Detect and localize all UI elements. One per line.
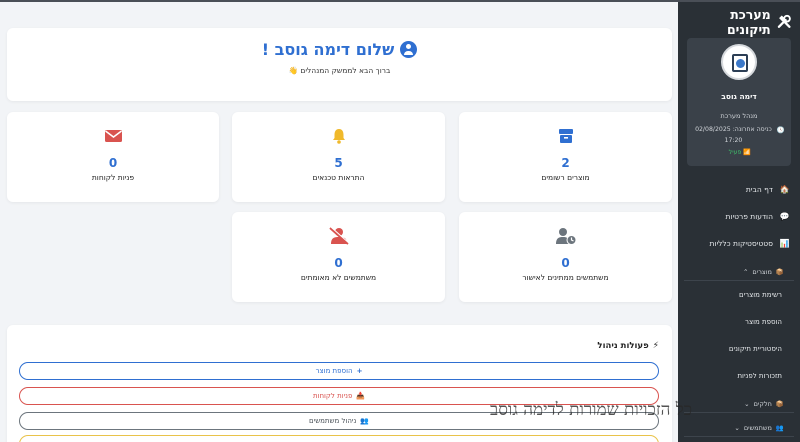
- status-text: פעיל: [728, 149, 742, 157]
- box-icon: 📦: [775, 399, 784, 408]
- status-badge: 📶 פעיל: [687, 148, 791, 156]
- chevron-down-icon: ⌄: [734, 423, 740, 432]
- stat-value: 0: [108, 156, 118, 170]
- plus-icon: +: [356, 367, 363, 375]
- section-users[interactable]: 👥 משתמשים ⌄: [684, 419, 794, 437]
- chevron-up-icon: ⌃: [742, 267, 749, 276]
- sidebar-item-label: דף הבית: [745, 185, 773, 194]
- sidebar-item-reminders[interactable]: תזכורות לפניות: [678, 362, 800, 389]
- box-icon: [558, 129, 573, 143]
- add-product-button[interactable]: + הוספת מוצר: [19, 362, 659, 380]
- button-label: הוספת מוצר: [315, 367, 353, 375]
- app-title: מערכת תיקונים: [726, 7, 771, 37]
- stat-label: משתמשים ממתינים לאישור: [522, 273, 609, 282]
- stat-card-tech-alerts[interactable]: 5 התראות טכנאים: [232, 112, 445, 202]
- home-icon: 🏠: [779, 185, 790, 194]
- stat-value: 0: [334, 256, 343, 270]
- welcome-heading: שלום דימה גוסב !: [7, 40, 672, 59]
- last-login-text: כניסה אחרונה: 02/08/2025 17:20: [695, 126, 772, 144]
- admin-actions-card: ⚡ פעולות ניהול + הוספת מוצר 📥 פניות לקוח…: [7, 325, 672, 442]
- bell-icon: [332, 129, 345, 144]
- user-slash-icon: [328, 227, 350, 245]
- user-clock-icon: [555, 228, 576, 245]
- profile-card: דימה גוסב מנהל מערכת 🕓 כניסה אחרונה: 02/…: [687, 38, 791, 166]
- sidebar-item-home[interactable]: 🏠 דף הבית: [678, 176, 800, 203]
- sidebar: מערכת תיקונים דימה גוסב מנהל מערכת 🕓 כני…: [678, 2, 800, 442]
- section-label: משתמשים: [743, 423, 772, 432]
- avatar[interactable]: [721, 44, 757, 80]
- bolt-icon: ⚡: [652, 341, 659, 351]
- stat-label: משתמשים לא מאומתים: [300, 273, 377, 282]
- last-login: 🕓 כניסה אחרונה: 02/08/2025 17:20: [687, 125, 791, 146]
- users-icon: 👥: [775, 423, 784, 432]
- profile-name: דימה גוסב: [721, 92, 757, 101]
- sidebar-item-add-product[interactable]: הוספת מוצר: [678, 308, 800, 335]
- actions-title: פעולות ניהול: [597, 341, 649, 351]
- stat-card-pending-users[interactable]: 0 משתמשים ממתינים לאישור: [459, 212, 672, 302]
- user-circle-icon: [400, 41, 418, 58]
- chart-icon: 📊: [779, 239, 790, 248]
- stat-label: התראות טכנאים: [312, 173, 365, 182]
- stat-label: פניות לקוחות: [91, 173, 135, 182]
- partial-action-button[interactable]: [19, 435, 659, 442]
- welcome-card: שלום דימה גוסב ! ברוך הבא לממשק המנהלים …: [7, 28, 672, 101]
- sidebar-item-label: הודעות פרטיות: [725, 212, 773, 221]
- stat-value: 5: [334, 156, 343, 170]
- sidebar-item-messages[interactable]: 💬 הודעות פרטיות: [678, 203, 800, 230]
- stat-card-unverified-users[interactable]: 0 משתמשים לא מאומתים: [232, 212, 445, 302]
- stat-card-products[interactable]: 2 מוצרים רשומים: [459, 112, 672, 202]
- clock-icon: 🕓: [776, 126, 785, 134]
- inbox-icon: 📥: [356, 392, 366, 400]
- button-label: ניהול משתמשים: [309, 417, 357, 425]
- box-icon: 📦: [775, 267, 784, 276]
- actions-heading: ⚡ פעולות ניהול: [7, 341, 659, 351]
- envelope-icon: [104, 130, 122, 142]
- section-label: חלקים: [753, 399, 772, 408]
- section-parts[interactable]: 📦 חלקים ⌄: [684, 395, 794, 413]
- welcome-subtitle: ברוך הבא לממשק המנהלים 👋: [288, 66, 391, 75]
- sidebar-item-repair-history[interactable]: היסטוריית תיקונים: [678, 335, 800, 362]
- brand[interactable]: מערכת תיקונים: [678, 2, 800, 37]
- signal-icon: 📶: [743, 149, 751, 157]
- sidebar-item-product-list[interactable]: רשימת מוצרים: [678, 281, 800, 308]
- section-label: מוצרים: [752, 267, 772, 276]
- stat-value: 2: [561, 156, 570, 170]
- stat-card-customer-inquiries[interactable]: 0 פניות לקוחות: [7, 112, 219, 202]
- sidebar-item-stats[interactable]: 📊 סטטיסטיקות כלליות: [678, 230, 800, 257]
- chat-icon: 💬: [779, 212, 790, 221]
- stat-label: מוצרים רשומים: [541, 173, 590, 182]
- copyright-watermark: כל הזכויות שמורות לדימה גוסב: [490, 400, 693, 420]
- chevron-down-icon: ⌄: [744, 399, 750, 408]
- stat-value: 0: [561, 256, 570, 270]
- users-icon: 👥: [360, 417, 370, 425]
- tools-icon: [777, 14, 791, 28]
- section-products[interactable]: 📦 מוצרים ⌃: [684, 263, 794, 281]
- profile-role: מנהל מערכת: [720, 112, 758, 120]
- sidebar-item-label: סטטיסטיקות כלליות: [709, 239, 774, 248]
- button-label: פניות לקוחות: [312, 392, 353, 400]
- welcome-title: שלום דימה גוסב !: [261, 40, 395, 59]
